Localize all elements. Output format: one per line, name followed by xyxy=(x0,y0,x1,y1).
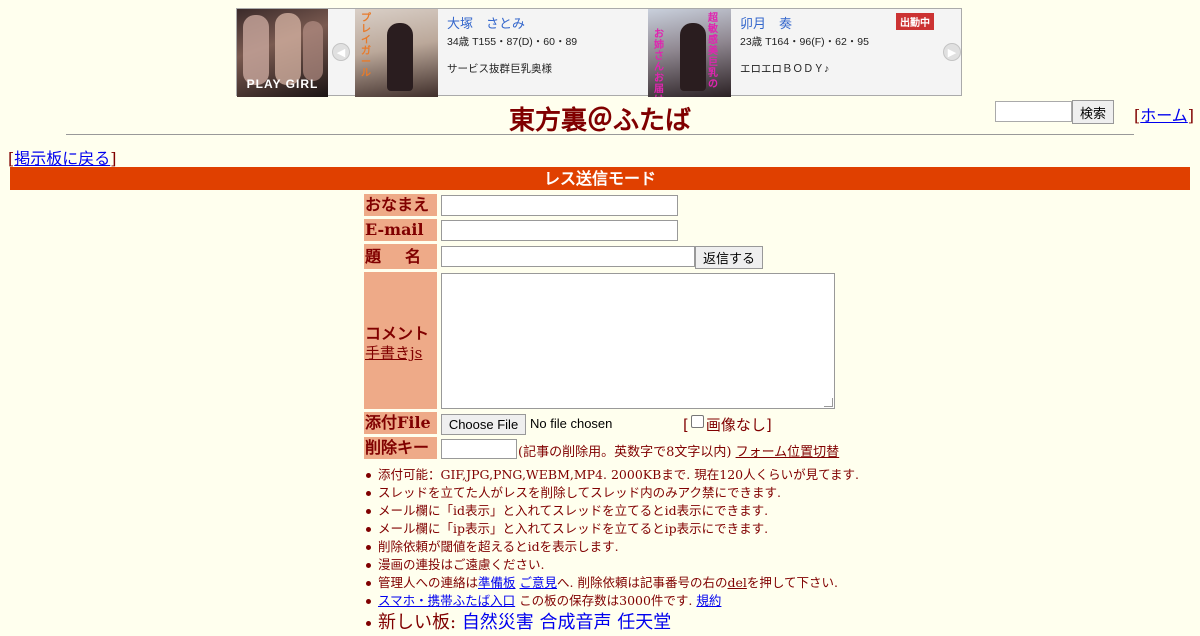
comment-textarea[interactable] xyxy=(441,273,835,409)
subject-label-part: 題 xyxy=(365,247,382,266)
email-field[interactable] xyxy=(441,220,678,241)
list-item: メール欄に「ip表示」と入れてスレッドを立てるとip表示にできます. xyxy=(364,520,859,538)
shop-logo-text: PLAY GIRL xyxy=(246,77,319,91)
note-text: へ. 削除依頼は記事番号の右の xyxy=(557,575,728,590)
subject-label-part: 名 xyxy=(405,247,422,266)
email-label: E-mail xyxy=(364,219,437,241)
list-item: メール欄に「id表示」と入れてスレッドを立てるとid表示にできます. xyxy=(364,502,859,520)
comment-label: コメント xyxy=(365,324,430,343)
list-item: 添付可能：GIF,JPG,PNG,WEBM,MP4. 2000KBまで. 現在1… xyxy=(364,466,859,484)
search-button[interactable]: 検索 xyxy=(1072,100,1114,124)
comment-label-cell: コメント 手書きjs xyxy=(364,272,437,409)
status-badge: 出勤中 xyxy=(896,13,934,30)
file-label: 添付File xyxy=(364,412,437,434)
feedback-link[interactable]: ご意見 xyxy=(520,575,558,590)
photo-caption: プレイガール xyxy=(361,13,371,79)
photo-caption: 超敏感美巨乳の xyxy=(708,13,718,90)
list-item: スマホ・携帯ふたば入口 この板の保存数は3000件です. 規約 xyxy=(364,592,859,610)
ad-banner[interactable]: PLAY GIRL ◀ プレイガール 大塚 さとみ 34歳 T155・87(D)… xyxy=(236,8,962,97)
girl-description: サービス抜群巨乳奥様 xyxy=(447,63,552,75)
note-text: この板の保存数は3000件です. xyxy=(519,593,693,608)
list-item: 漫画の連投はご遠慮ください. xyxy=(364,556,859,574)
girl-photo[interactable]: お姉さんお届け 超敏感美巨乳の xyxy=(648,9,731,97)
reply-button[interactable]: 返信する xyxy=(695,246,763,269)
board-notes: 添付可能：GIF,JPG,PNG,WEBM,MP4. 2000KBまで. 現在1… xyxy=(364,466,859,634)
list-item: 削除依頼が閾値を超えるとidを表示します. xyxy=(364,538,859,556)
delete-key-hint: (記事の削除用。英数字で8文字以内) xyxy=(518,445,732,460)
home-link[interactable]: ホーム xyxy=(1140,106,1188,125)
subject-field[interactable] xyxy=(441,246,695,267)
form-position-link[interactable]: フォーム位置切替 xyxy=(736,445,840,460)
girl-name[interactable]: 大塚 さとみ xyxy=(447,13,577,32)
subject-label: 題名 xyxy=(364,244,437,269)
photo-caption: お姉さんお届け xyxy=(654,29,664,97)
rules-link[interactable]: 規約 xyxy=(696,593,721,608)
note-text: 管理人への連絡は xyxy=(378,575,479,590)
delete-key-field[interactable] xyxy=(441,439,517,459)
girl-stats: 34歳 T155・87(D)・60・89 xyxy=(447,36,578,48)
girl-photo[interactable]: プレイガール xyxy=(355,9,438,97)
prep-board-link[interactable]: 準備板 xyxy=(478,575,516,590)
back-link-wrap: [掲示板に戻る] xyxy=(8,149,117,168)
list-item: 管理人への連絡は準備板 ご意見へ. 削除依頼は記事番号の右のdelを押して下さい… xyxy=(364,574,859,592)
list-item: 新しい板: 自然災害 合成音声 任天堂 xyxy=(364,610,859,634)
list-item: スレッドを立てた人がレスを削除してスレッド内のみアク禁にできます. xyxy=(364,484,859,502)
girl-info[interactable]: 卯月 奏 23歳 T164・96(F)・62・95 エロエロＢＯＤＹ♪ xyxy=(740,13,869,76)
search-input[interactable] xyxy=(995,101,1072,122)
no-image-checkbox[interactable] xyxy=(690,415,704,428)
chevron-right-icon[interactable]: ▶ xyxy=(943,43,961,61)
back-to-board-link[interactable]: 掲示板に戻る xyxy=(14,149,110,168)
resize-handle-icon[interactable] xyxy=(824,398,833,407)
delete-key-label: 削除キー xyxy=(364,437,437,459)
handwriting-link[interactable]: 手書きjs xyxy=(365,342,422,363)
girl-stats: 23歳 T164・96(F)・62・95 xyxy=(740,36,869,48)
girl-info[interactable]: 大塚 さとみ 34歳 T155・87(D)・60・89 サービス抜群巨乳奥様 xyxy=(447,13,577,76)
name-field[interactable] xyxy=(441,195,678,216)
girl-name[interactable]: 卯月 奏 xyxy=(740,13,869,32)
choose-file-button[interactable]: Choose File xyxy=(441,414,526,435)
no-image-option: [画像なし] xyxy=(683,415,772,434)
mode-bar: レス送信モード xyxy=(10,167,1190,190)
del-text: del xyxy=(727,575,747,590)
mobile-entrance-link[interactable]: スマホ・携帯ふたば入口 xyxy=(378,593,515,608)
divider xyxy=(66,134,1134,135)
girl-description: エロエロＢＯＤＹ♪ xyxy=(740,63,830,75)
file-status: No file chosen xyxy=(530,416,613,431)
no-image-label: 画像なし xyxy=(705,416,766,434)
note-text: を押して下さい. xyxy=(746,575,838,590)
name-label: おなまえ xyxy=(364,194,437,216)
chevron-left-icon[interactable]: ◀ xyxy=(332,43,350,61)
shop-logo[interactable]: PLAY GIRL xyxy=(237,9,328,97)
delete-key-note: (記事の削除用。英数字で8文字以内) フォーム位置切替 xyxy=(518,441,839,460)
home-link-wrap: [ホーム] xyxy=(1134,106,1195,125)
